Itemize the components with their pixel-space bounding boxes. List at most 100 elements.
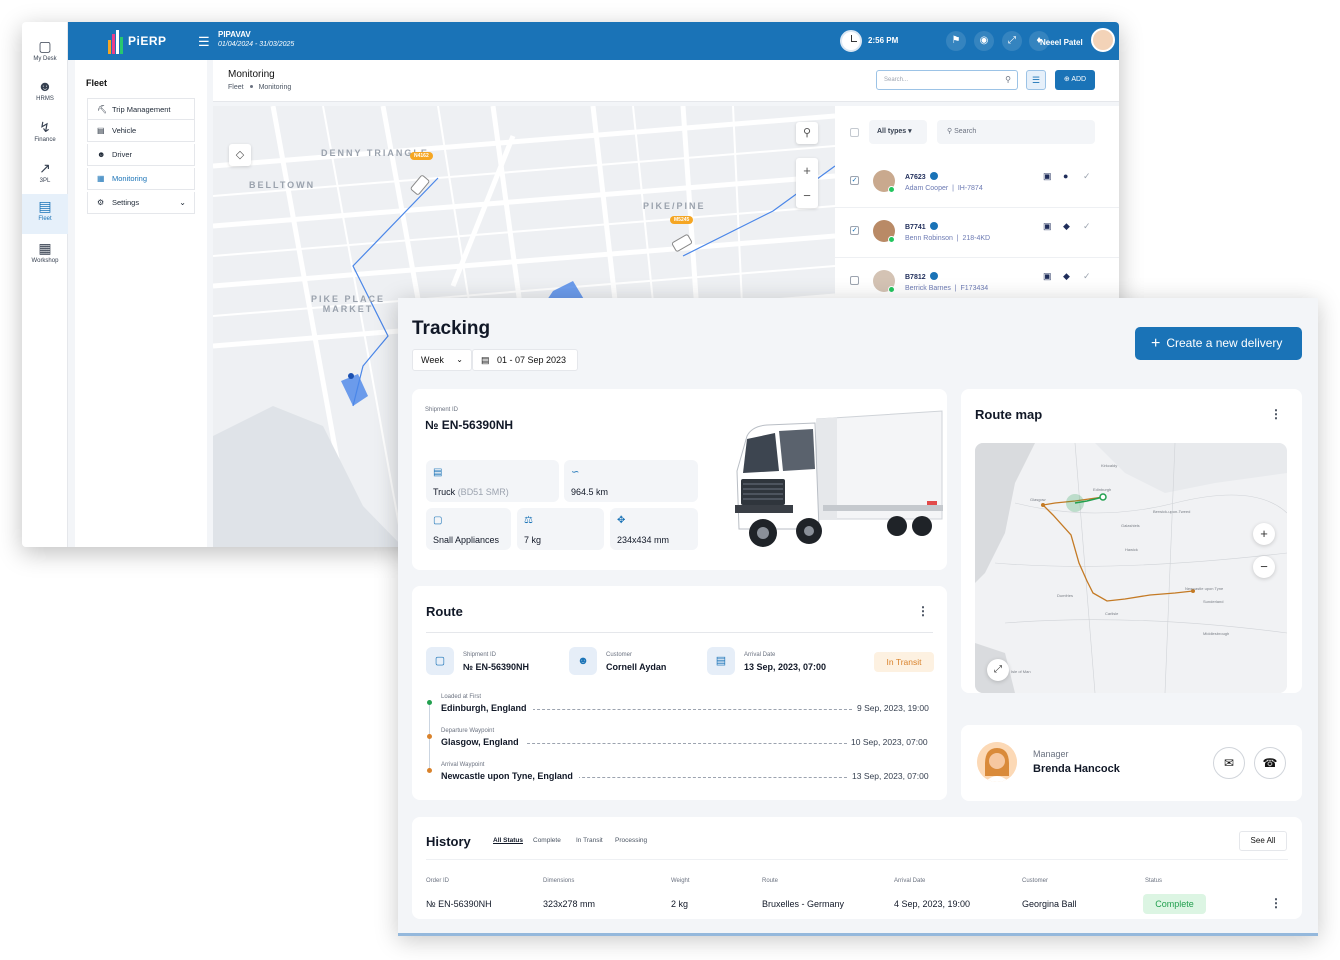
see-all-button[interactable]: See All [1239, 831, 1287, 851]
page-title: Tracking [412, 318, 491, 339]
locate-icon[interactable]: ▣ [1043, 171, 1052, 182]
vehicle-search-input[interactable]: ⚲ Search [937, 120, 1095, 144]
manager-name: Brenda Hancock [1033, 763, 1120, 775]
route-shipment-label: Shipment ID [463, 652, 497, 658]
locate-icon[interactable]: ▣ [1043, 221, 1052, 232]
tab-complete[interactable]: Complete [533, 837, 561, 844]
more-options-icon[interactable]: ⋮ [917, 605, 929, 617]
tab-all-status[interactable]: All Status [493, 837, 523, 844]
cell-dimensions: 323x278 mm [543, 899, 596, 909]
grid-icon: ▦ [97, 174, 105, 183]
zoom-out-button[interactable]: − [796, 183, 818, 208]
fleet-menu-monitoring[interactable]: ▦ Monitoring [87, 168, 195, 190]
more-options-icon[interactable]: ⋮ [1270, 897, 1282, 909]
manager-card: Manager Brenda Hancock ✉ ☎ [961, 725, 1302, 801]
fleet-menu-settings[interactable]: ⚙ Settings ⌄ [87, 192, 195, 214]
vehicle-row[interactable]: ✓ B7741 Benn Robinson | 218-4KD ▣ ◆ ✓ [835, 208, 1119, 258]
waypoint-label: Departure Waypoint [441, 728, 495, 734]
map-search-icon[interactable]: ⚲ [796, 122, 818, 144]
logo-mark [108, 30, 126, 54]
route-customer-label: Customer [606, 652, 633, 658]
call-button[interactable]: ☎ [1254, 747, 1286, 779]
column-header: Customer [1022, 878, 1049, 884]
fleet-menu-driver[interactable]: ☻ Driver [87, 144, 195, 166]
date-range-picker[interactable]: ▤ 01 - 07 Sep 2023 [472, 349, 578, 371]
fleet-menu-vehicle[interactable]: ▤ Vehicle [87, 120, 195, 142]
breadcrumb: Fleet Monitoring [228, 84, 291, 91]
user-name[interactable]: Neeel Patel [1040, 38, 1083, 47]
route-shipment-id: № EN-56390NH [463, 662, 530, 672]
eye-icon[interactable]: ◉ [974, 31, 994, 51]
rail-item-3pl[interactable]: ↗ 3PL [22, 156, 68, 196]
waypoint-time: 10 Sep, 2023, 07:00 [847, 737, 928, 747]
fullscreen-icon[interactable]: ⤢ [987, 659, 1009, 681]
rail-item-my-desk[interactable]: ▢ My Desk [22, 34, 68, 74]
tab-in-transit[interactable]: In Transit [576, 837, 603, 844]
rail-item-hrms[interactable]: ☻ HRMS [22, 74, 68, 114]
vehicle-driver: Benn Robinson | 218-4KD [905, 235, 991, 242]
rail-item-finance[interactable]: ↯ Finance [22, 115, 68, 155]
page-title: Monitoring [228, 69, 275, 80]
more-options-icon[interactable]: ⋮ [1270, 408, 1282, 420]
locate-icon[interactable]: ▣ [1043, 271, 1052, 282]
dashed-leader [522, 743, 852, 744]
truck-icon: ▤ [433, 467, 443, 478]
vehicle-checkbox[interactable]: ✓ [850, 176, 859, 185]
people-icon: ☻ [37, 78, 53, 94]
vehicle-checkbox[interactable] [850, 276, 859, 285]
map-town-carlisle: Carlisle [1105, 611, 1119, 616]
filter-button[interactable]: ☰ [1026, 70, 1046, 90]
vehicle-badge[interactable]: N4162 [410, 152, 433, 160]
types-dropdown[interactable]: All types ▾ [869, 120, 927, 144]
status-icon[interactable]: ● [1063, 171, 1068, 181]
module-rail: ▢ My Desk ☻ HRMS ↯ Finance ↗ 3PL ▤ Fleet… [22, 22, 68, 547]
select-all-checkbox[interactable] [850, 128, 859, 137]
truck-icon: ▤ [38, 198, 52, 214]
divider [426, 859, 1288, 860]
layers-icon[interactable]: ◇ [229, 144, 251, 166]
fleet-menu-trip-management[interactable]: ⛏ Trip Management [87, 98, 195, 120]
zoom-out-button[interactable]: − [1253, 556, 1275, 578]
map-town-kirkcaldy: Kirkcaldy [1101, 463, 1118, 468]
route-customer: Cornell Aydan [606, 662, 667, 672]
vehicle-checkbox[interactable]: ✓ [850, 226, 859, 235]
column-header: Status [1145, 878, 1163, 884]
create-delivery-button[interactable]: + Create a new delivery [1135, 327, 1302, 360]
breadcrumb-monitoring: Monitoring [258, 84, 292, 91]
manager-role: Manager [1033, 749, 1069, 759]
period-select[interactable]: Week ⌄ [412, 349, 472, 371]
breadcrumb-fleet[interactable]: Fleet [228, 84, 244, 91]
truck-image [735, 410, 943, 547]
cell-weight: 2 kg [671, 899, 689, 909]
trend-icon: ↗ [39, 160, 51, 176]
hamburger-menu-icon[interactable]: ☰ [198, 34, 210, 50]
tab-processing[interactable]: Processing [615, 837, 647, 844]
vehicle-badge[interactable]: M5245 [670, 216, 694, 224]
vehicle-row[interactable]: ✓ A7623 Adam Cooper | IH-7874 ▣ ● ✓ [835, 158, 1119, 208]
direction-icon[interactable]: ◆ [1063, 221, 1070, 232]
vehicle-code: B7812 [905, 272, 938, 281]
waypoint-time: 9 Sep, 2023, 19:00 [853, 703, 929, 713]
map-label-pike-place-market: PIKE PLACE MARKET [310, 294, 385, 314]
map-town-newcastle: Newcastle upon Tyne [1185, 586, 1224, 591]
move-icon: ✥ [617, 515, 626, 526]
map-town-edinburgh: Edinburgh [1093, 487, 1112, 492]
chat-button[interactable]: ✉ [1213, 747, 1245, 779]
expand-icon[interactable]: ⤢ [1002, 31, 1022, 51]
zoom-in-button[interactable]: + [1253, 523, 1275, 545]
pin-icon[interactable]: ⚑ [946, 31, 966, 51]
zoom-in-button[interactable]: + [796, 158, 818, 183]
column-header: Arrival Date [894, 878, 926, 884]
rail-item-workshop[interactable]: ▦ Workshop [22, 236, 68, 276]
direction-icon[interactable]: ◆ [1063, 271, 1070, 282]
vehicle-code: B7741 [905, 222, 938, 231]
search-input[interactable]: Search... ⚲ [876, 70, 1018, 90]
garage-icon: ▦ [38, 240, 52, 256]
rail-item-fleet[interactable]: ▤ Fleet [22, 194, 68, 234]
add-button[interactable]: ⊕ ADD [1055, 70, 1095, 90]
user-avatar[interactable] [1091, 28, 1115, 52]
waypoint-place: Newcastle upon Tyne, England [441, 771, 579, 781]
spec-distance: ∽ 964.5 km [564, 460, 698, 502]
app-logo[interactable]: PiERP [108, 28, 178, 54]
route-map[interactable]: Edinburgh Glasgow Newcastle upon Tyne Su… [975, 443, 1287, 693]
